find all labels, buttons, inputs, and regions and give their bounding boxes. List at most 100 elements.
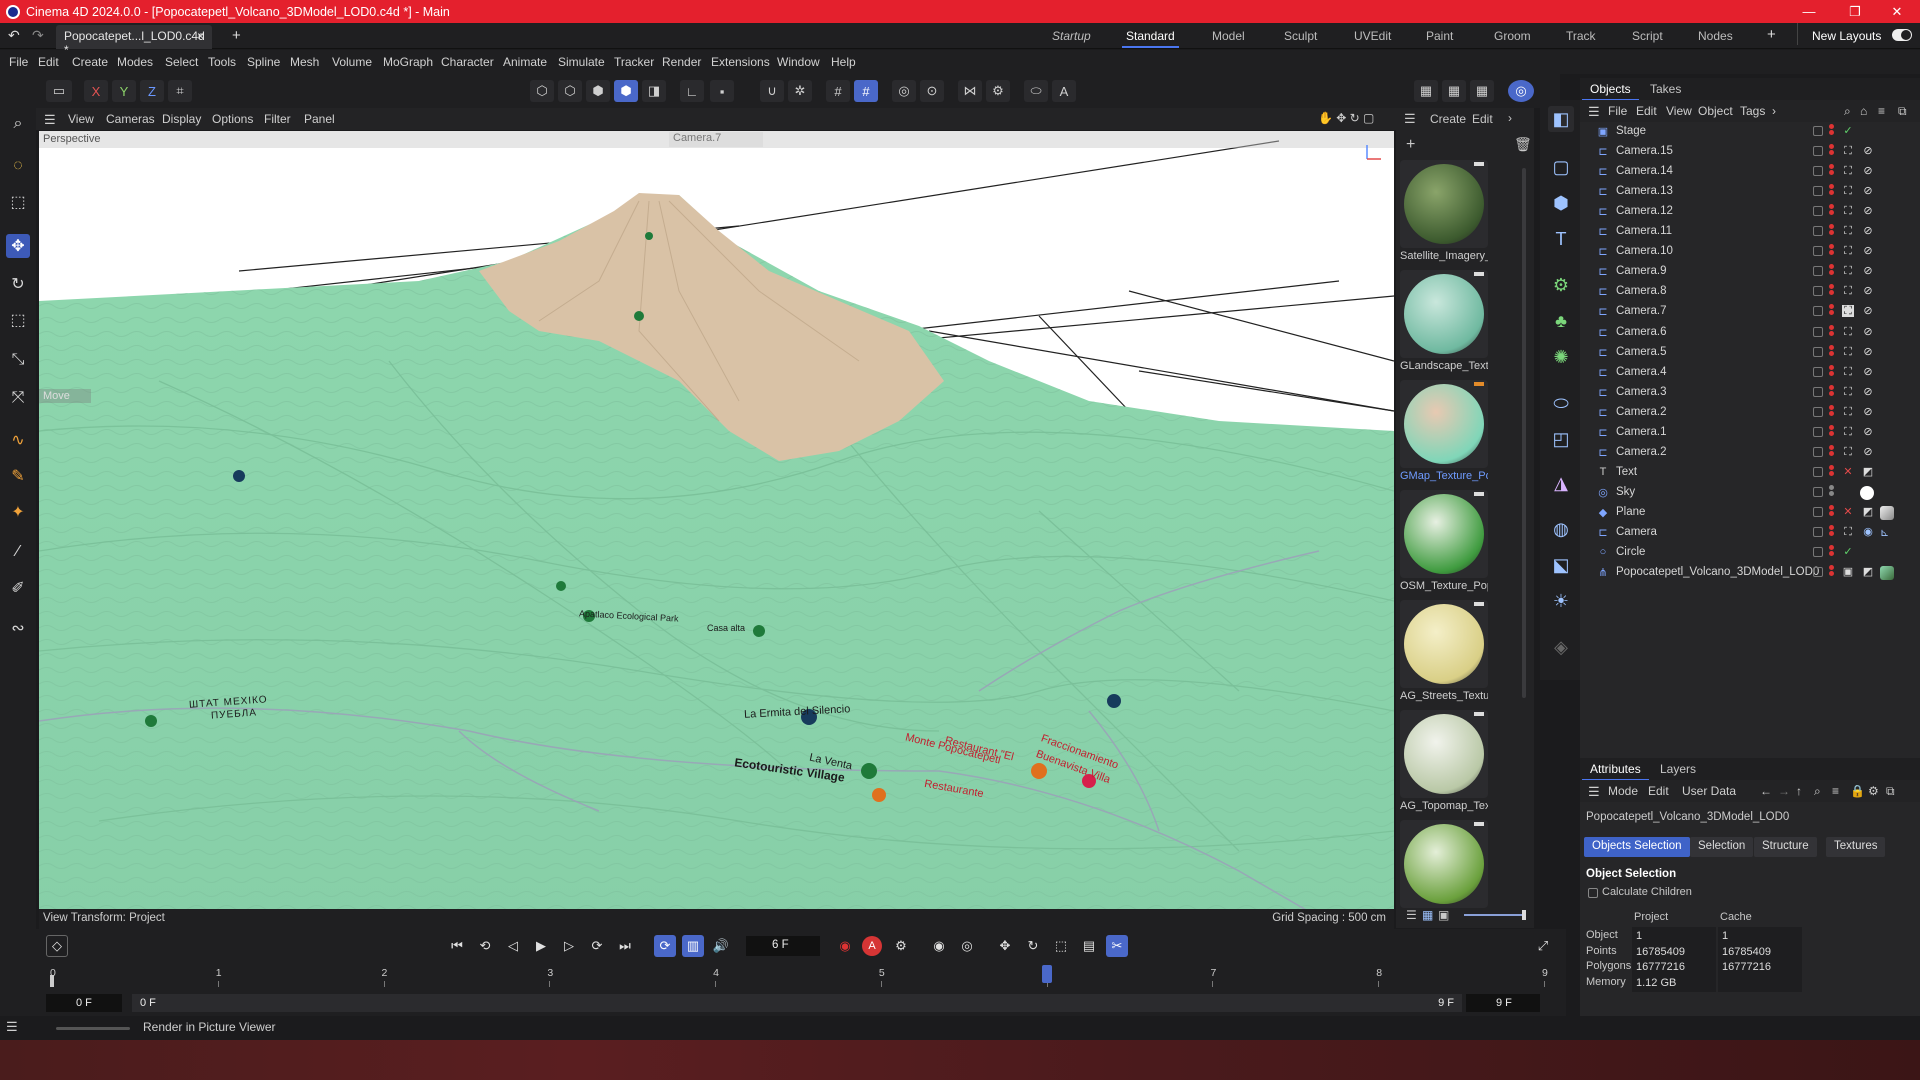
maximize-button[interactable]: ❐ bbox=[1832, 0, 1878, 23]
phong-tag-icon[interactable]: ◩ bbox=[1862, 566, 1874, 578]
new-window-icon[interactable]: ⧉ bbox=[1886, 784, 1895, 799]
visibility-dots[interactable] bbox=[1829, 464, 1835, 481]
render-region-icon[interactable]: ◎ bbox=[892, 80, 916, 102]
layout-tab-model[interactable]: Model bbox=[1212, 29, 1245, 43]
layer-checkbox[interactable] bbox=[1813, 206, 1823, 217]
visibility-dots[interactable] bbox=[1829, 224, 1835, 240]
object-name[interactable]: Circle bbox=[1616, 546, 1645, 558]
camera-tag-icon[interactable]: ⊘ bbox=[1862, 446, 1874, 458]
texture-mode-icon[interactable]: ◨ bbox=[642, 80, 666, 102]
object-row[interactable]: ⊏ Camera.4 ⛶ ⊘ bbox=[1580, 363, 1920, 383]
objects-menu-object[interactable]: Object bbox=[1698, 104, 1733, 118]
layer-checkbox[interactable] bbox=[1813, 486, 1823, 497]
protection-tag-icon[interactable]: ⛶ bbox=[1842, 426, 1854, 438]
playhead[interactable] bbox=[1041, 965, 1052, 983]
target-tag-icon[interactable]: ◉ bbox=[1862, 526, 1874, 538]
preview-range-icon[interactable]: ▥ bbox=[682, 935, 704, 957]
object-row[interactable]: ○ Circle ✓ bbox=[1580, 543, 1920, 563]
align-tag-icon[interactable]: ⊾ bbox=[1880, 526, 1894, 540]
menu-extensions[interactable]: Extensions bbox=[711, 55, 770, 69]
material-swatch[interactable]: Satellite_Imagery_ bbox=[1400, 160, 1488, 262]
spline-pen-icon[interactable]: ∿ bbox=[6, 428, 30, 452]
layout-tab-standard[interactable]: Standard bbox=[1122, 29, 1179, 48]
render-view-icon[interactable]: ▦ bbox=[1414, 80, 1438, 102]
visibility-dots[interactable] bbox=[1829, 484, 1835, 501]
add-layout-icon[interactable]: + bbox=[1767, 26, 1776, 43]
protection-tag-icon[interactable]: ⛶ bbox=[1842, 406, 1854, 418]
points-mode-icon[interactable]: ⬡ bbox=[530, 80, 554, 102]
object-name[interactable]: Camera.5 bbox=[1616, 346, 1667, 358]
phong-tag-icon[interactable]: ◩ bbox=[1862, 506, 1874, 518]
visibility-dots[interactable] bbox=[1829, 124, 1835, 140]
protection-tag-icon[interactable]: ⛶ bbox=[1842, 526, 1854, 538]
forward-arrow-icon[interactable]: → bbox=[1778, 784, 1790, 798]
layer-checkbox[interactable] bbox=[1813, 146, 1823, 157]
workplane-icon[interactable]: ▪ bbox=[710, 80, 734, 102]
current-frame-field[interactable]: 6 F bbox=[746, 936, 820, 956]
protection-tag-icon[interactable]: ⛶ bbox=[1842, 386, 1854, 398]
material-swatch[interactable]: GLandscape_Textu bbox=[1400, 270, 1488, 372]
object-name[interactable]: Text bbox=[1616, 466, 1637, 478]
goto-start-icon[interactable]: ⏮ bbox=[446, 935, 468, 957]
large-view-icon[interactable]: ▣ bbox=[1438, 908, 1449, 922]
camera-tag-icon[interactable]: ⊘ bbox=[1862, 225, 1874, 237]
material-swatch[interactable]: OSM_Texture_Pop bbox=[1400, 490, 1488, 592]
protection-tag-icon[interactable]: ⛶ bbox=[1842, 165, 1854, 177]
protection-tag-icon[interactable]: ⛶ bbox=[1842, 446, 1854, 458]
object-name[interactable]: Popocatepetl_Volcano_3DModel_LOD0 bbox=[1616, 566, 1819, 578]
render-settings-icon[interactable]: ⊙ bbox=[920, 80, 944, 102]
search-icon[interactable]: ⌕ bbox=[6, 112, 30, 136]
menu-modes[interactable]: Modes bbox=[117, 55, 153, 69]
coordinate-system-button[interactable]: ▭ bbox=[46, 80, 72, 102]
menu-simulate[interactable]: Simulate bbox=[558, 55, 605, 69]
camera-tag-icon[interactable]: ⊘ bbox=[1862, 165, 1874, 177]
menu-tracker[interactable]: Tracker bbox=[614, 55, 654, 69]
material-swatch[interactable]: GMap_Texture_Po bbox=[1400, 380, 1488, 482]
menu-animate[interactable]: Animate bbox=[503, 55, 547, 69]
camera-tag-icon[interactable]: ⊘ bbox=[1862, 406, 1874, 418]
object-name[interactable]: Plane bbox=[1616, 506, 1645, 518]
layer-checkbox[interactable] bbox=[1813, 567, 1823, 578]
layer-checkbox[interactable] bbox=[1813, 186, 1823, 197]
viewport-menu-view[interactable]: View bbox=[68, 112, 94, 126]
material-tag-icon[interactable] bbox=[1880, 505, 1894, 520]
menu-volume[interactable]: Volume bbox=[332, 55, 372, 69]
camera-object-icon[interactable]: ◧ bbox=[1548, 106, 1574, 132]
axis-x-button[interactable]: X bbox=[84, 80, 108, 102]
selection-button[interactable]: Selection bbox=[1690, 837, 1754, 857]
volume-icon[interactable]: ◈ bbox=[1548, 634, 1574, 660]
object-row[interactable]: ⊏ Camera.3 ⛶ ⊘ bbox=[1580, 383, 1920, 403]
scale-tool-icon[interactable]: ⬚ bbox=[6, 308, 30, 332]
viewport-menu-options[interactable]: Options bbox=[212, 112, 253, 126]
menu-character[interactable]: Character bbox=[441, 55, 494, 69]
edit-render-settings-icon[interactable]: ▦ bbox=[1470, 80, 1494, 102]
layout-tab-startup[interactable]: Startup bbox=[1052, 29, 1091, 43]
range-start-marker[interactable] bbox=[50, 975, 54, 987]
object-row[interactable]: ⊏ Camera.7 ⛶ ⊘ bbox=[1580, 302, 1920, 322]
model-tag-icon[interactable]: ▣ bbox=[1842, 566, 1854, 578]
brush-icon[interactable]: ∕ bbox=[6, 540, 30, 564]
camera-tag-icon[interactable]: ⊘ bbox=[1862, 386, 1874, 398]
attributes-menu-user-data[interactable]: User Data bbox=[1682, 784, 1736, 798]
grid-view-icon[interactable]: ▦ bbox=[1422, 908, 1433, 922]
new-layouts-label[interactable]: New Layouts bbox=[1812, 29, 1881, 43]
texture-tag-icon[interactable] bbox=[1880, 566, 1894, 581]
effector-icon[interactable]: ✺ bbox=[1548, 344, 1574, 370]
status-hamburger-icon[interactable]: ☰ bbox=[6, 1019, 18, 1035]
magnet-icon[interactable]: ∪ bbox=[760, 80, 784, 102]
calculate-children-checkbox[interactable] bbox=[1588, 888, 1598, 898]
preview-range-bar[interactable]: 0 F 9 F bbox=[132, 994, 1462, 1012]
object-row[interactable]: ⊏ Camera ⛶ ◉ ⊾ bbox=[1580, 523, 1920, 543]
layer-checkbox[interactable] bbox=[1813, 506, 1823, 517]
back-arrow-icon[interactable]: ← bbox=[1760, 784, 1772, 798]
camera-tag-icon[interactable]: ⊘ bbox=[1862, 205, 1874, 217]
text-icon[interactable]: T bbox=[1548, 226, 1574, 252]
material-menu-create[interactable]: Create bbox=[1430, 112, 1466, 126]
viewport-camera-label[interactable]: Camera.7 bbox=[669, 132, 763, 147]
viewport-menu-filter[interactable]: Filter bbox=[264, 112, 291, 126]
visibility-dots[interactable] bbox=[1829, 284, 1835, 300]
object-row[interactable]: ⊏ Camera.5 ⛶ ⊘ bbox=[1580, 343, 1920, 363]
new-window-icon[interactable]: ⧉ bbox=[1898, 104, 1907, 119]
visibility-dots[interactable] bbox=[1829, 545, 1835, 561]
object-row[interactable]: ⊏ Camera.14 ⛶ ⊘ bbox=[1580, 162, 1920, 182]
